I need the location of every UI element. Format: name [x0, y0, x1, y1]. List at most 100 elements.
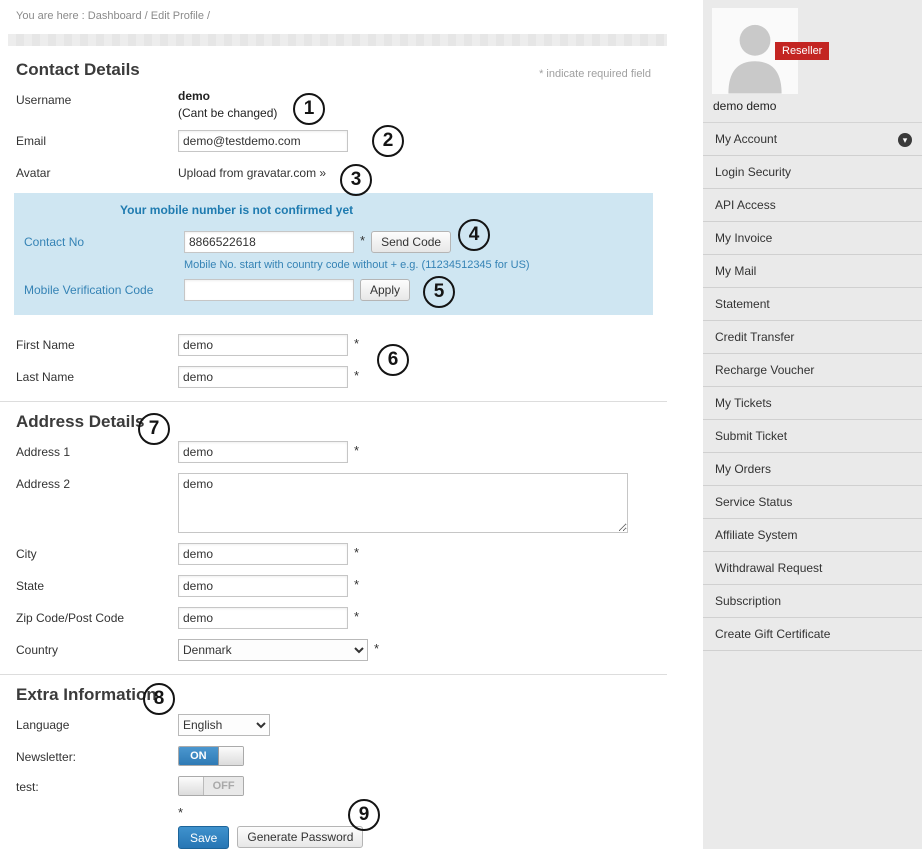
- zip-label: Zip Code/Post Code: [16, 607, 178, 625]
- section-divider: [0, 401, 667, 402]
- country-row: Country Denmark *: [0, 634, 667, 666]
- sidebar-item-login-security[interactable]: Login Security: [703, 156, 922, 189]
- sidebar-item-recharge-voucher[interactable]: Recharge Voucher: [703, 354, 922, 387]
- notice-strip: [8, 34, 667, 46]
- section-divider-2: [0, 674, 667, 675]
- sidebar-item-my-invoice[interactable]: My Invoice: [703, 222, 922, 255]
- sidebar-item-service-status[interactable]: Service Status: [703, 486, 922, 519]
- avatar-label: Avatar: [16, 162, 178, 180]
- edit-profile-page: You are here : Dashboard / Edit Profile …: [0, 0, 922, 849]
- breadcrumb-trailing: /: [207, 10, 210, 22]
- state-field[interactable]: [178, 575, 348, 597]
- zip-row: Zip Code/Post Code *: [0, 602, 667, 634]
- sidebar-item-api-access[interactable]: API Access: [703, 189, 922, 222]
- zip-required: *: [354, 607, 359, 624]
- apply-button[interactable]: Apply: [360, 279, 410, 301]
- sidebar: Reseller demo demo My Account ▾ Login Se…: [703, 0, 922, 849]
- language-label: Language: [16, 714, 178, 732]
- chevron-circle-down-icon[interactable]: ▾: [898, 133, 912, 147]
- annotation-circle-3: 3: [340, 164, 372, 196]
- mobile-hint: Mobile No. start with country code witho…: [184, 259, 653, 271]
- sidebar-item-my-orders[interactable]: My Orders: [703, 453, 922, 486]
- state-row: State *: [0, 570, 667, 602]
- email-label: Email: [16, 130, 178, 148]
- gravatar-upload-link[interactable]: Upload from gravatar.com »: [178, 162, 326, 180]
- sidebar-item-subscription[interactable]: Subscription: [703, 585, 922, 618]
- contact-details-title: Contact Details: [16, 60, 140, 80]
- country-select[interactable]: Denmark: [178, 639, 368, 661]
- language-row: Language English: [0, 709, 667, 741]
- last-name-label: Last Name: [16, 366, 178, 384]
- sidebar-item-label: Create Gift Certificate: [715, 627, 830, 641]
- sidebar-item-label: My Tickets: [715, 396, 772, 410]
- zip-field[interactable]: [178, 607, 348, 629]
- sidebar-item-label: Submit Ticket: [715, 429, 787, 443]
- toggle-knob: [179, 777, 204, 795]
- language-select[interactable]: English: [178, 714, 270, 736]
- first-name-field[interactable]: [178, 334, 348, 356]
- city-field[interactable]: [178, 543, 348, 565]
- address2-field[interactable]: demo: [178, 473, 628, 533]
- first-name-required: *: [354, 334, 359, 351]
- verification-code-field[interactable]: [184, 279, 354, 301]
- address-details-title: Address Details: [16, 412, 651, 432]
- contact-no-required: *: [360, 231, 365, 248]
- sidebar-item-submit-ticket[interactable]: Submit Ticket: [703, 420, 922, 453]
- mobile-confirm-box: Your mobile number is not confirmed yet …: [14, 193, 653, 315]
- first-name-label: First Name: [16, 334, 178, 352]
- address2-label: Address 2: [16, 473, 178, 491]
- verification-code-label: Mobile Verification Code: [24, 279, 184, 297]
- email-field[interactable]: [178, 130, 348, 152]
- contact-no-row: Contact No * Send Code: [14, 227, 653, 257]
- annotation-circle-7: 7: [138, 413, 170, 445]
- last-name-field[interactable]: [178, 366, 348, 388]
- sidebar-item-affiliate-system[interactable]: Affiliate System: [703, 519, 922, 552]
- contact-no-field[interactable]: [184, 231, 354, 253]
- breadcrumb-link-dashboard[interactable]: Dashboard: [88, 10, 142, 22]
- state-label: State: [16, 575, 178, 593]
- mobile-notice-text: Your mobile number is not confirmed yet: [120, 203, 653, 217]
- sidebar-item-withdrawal-request[interactable]: Withdrawal Request: [703, 552, 922, 585]
- sidebar-item-my-account[interactable]: My Account ▾: [703, 123, 922, 156]
- city-row: City *: [0, 538, 667, 570]
- save-button[interactable]: Save: [178, 826, 229, 849]
- last-name-row: Last Name *: [0, 361, 667, 393]
- last-name-required: *: [354, 366, 359, 383]
- sidebar-item-label: Affiliate System: [715, 528, 797, 542]
- send-code-button[interactable]: Send Code: [371, 231, 451, 253]
- test-toggle[interactable]: OFF: [178, 776, 244, 796]
- breadcrumb-prefix: You are here :: [16, 10, 85, 22]
- newsletter-toggle[interactable]: ON: [178, 746, 244, 766]
- reseller-badge: Reseller: [775, 42, 829, 60]
- username-value: demo: [178, 89, 277, 103]
- footer-required-marker: *: [178, 805, 667, 820]
- address1-field[interactable]: [178, 441, 348, 463]
- sidebar-item-credit-transfer[interactable]: Credit Transfer: [703, 321, 922, 354]
- contact-no-label: Contact No: [24, 231, 184, 249]
- sidebar-item-my-mail[interactable]: My Mail: [703, 255, 922, 288]
- test-row: test: OFF: [0, 771, 667, 801]
- sidebar-item-label: Login Security: [715, 165, 791, 179]
- sidebar-item-my-tickets[interactable]: My Tickets: [703, 387, 922, 420]
- annotation-circle-1: 1: [293, 93, 325, 125]
- sidebar-item-label: API Access: [715, 198, 776, 212]
- sidebar-menu: My Account ▾ Login Security API Access M…: [703, 122, 922, 651]
- toggle-knob: [218, 747, 243, 765]
- sidebar-item-label: My Invoice: [715, 231, 772, 245]
- sidebar-item-statement[interactable]: Statement: [703, 288, 922, 321]
- username-note: (Cant be changed): [178, 106, 277, 120]
- generate-password-button[interactable]: Generate Password: [237, 826, 363, 848]
- sidebar-item-label: Withdrawal Request: [715, 561, 822, 575]
- username-label: Username: [16, 89, 178, 107]
- breadcrumb-link-edit-profile[interactable]: Edit Profile: [151, 10, 204, 22]
- city-label: City: [16, 543, 178, 561]
- sidebar-item-create-gift-certificate[interactable]: Create Gift Certificate: [703, 618, 922, 651]
- sidebar-item-label: Subscription: [715, 594, 781, 608]
- annotation-circle-4: 4: [458, 219, 490, 251]
- address1-row: Address 1 *: [0, 436, 667, 468]
- city-required: *: [354, 543, 359, 560]
- required-field-note: * indicate required field: [539, 68, 651, 80]
- newsletter-label: Newsletter:: [16, 746, 178, 764]
- username-row: Username demo (Cant be changed): [0, 84, 667, 125]
- test-label: test:: [16, 776, 178, 794]
